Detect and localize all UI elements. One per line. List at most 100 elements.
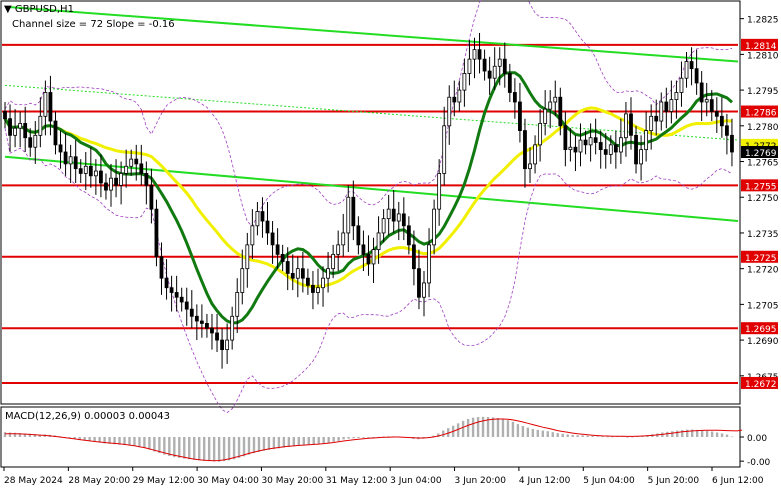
candle-body: [593, 137, 598, 143]
candle-body: [235, 292, 240, 317]
macd-bar: [715, 432, 719, 437]
macd-bar: [247, 437, 251, 455]
macd-bar: [686, 429, 689, 437]
candle-body: [659, 101, 664, 122]
macd-bar: [551, 432, 554, 437]
price-tick-label: 1.2795: [747, 87, 779, 97]
candle-body: [83, 165, 88, 174]
candle-body: [412, 244, 416, 270]
macd-bar: [282, 437, 286, 448]
candle-body: [134, 158, 139, 165]
candle-body: [215, 332, 219, 341]
candle-body: [184, 301, 189, 310]
candle-body: [68, 156, 73, 165]
candle-body: [144, 173, 149, 186]
macd-bar: [158, 437, 161, 454]
candle-body: [124, 165, 129, 174]
candle-body: [341, 232, 346, 246]
candle-body: [210, 327, 214, 334]
candle-body: [603, 149, 608, 155]
candle-body: [507, 73, 512, 93]
macd-bar: [561, 433, 564, 437]
candle-body: [442, 125, 447, 174]
candle-body: [437, 173, 442, 210]
macd-bar: [347, 437, 350, 439]
macd-tick-label: -0.00: [747, 458, 771, 468]
macd-bar: [252, 437, 256, 454]
macd-bar: [212, 437, 216, 462]
time-tick-label: 5 Jun 20:00: [648, 476, 700, 486]
macd-bar: [611, 436, 614, 438]
candle-body: [629, 113, 633, 136]
macd-bar: [357, 437, 360, 438]
macd-bar: [327, 437, 330, 443]
candle-body: [305, 277, 310, 286]
macd-bar: [322, 437, 325, 444]
macd-bar: [222, 437, 226, 462]
macd-bar: [257, 437, 261, 452]
price-label-text: 1.2814: [745, 42, 777, 52]
candle-body: [704, 99, 709, 103]
macd-bar: [506, 420, 510, 437]
macd-bar: [267, 437, 271, 450]
macd-bar: [466, 418, 470, 437]
candle-body: [194, 315, 199, 322]
candle-body: [709, 99, 714, 112]
candle-body: [169, 287, 174, 293]
candle-body: [88, 165, 93, 177]
candle-body: [174, 292, 179, 298]
candle-body: [467, 58, 472, 74]
candle-body: [649, 115, 654, 131]
candle-body: [457, 89, 462, 103]
macd-bar: [237, 437, 241, 458]
time-tick-label: 28 May 2024: [4, 476, 63, 486]
candle-body: [725, 125, 729, 136]
macd-bar: [227, 437, 231, 461]
macd-bar: [705, 430, 709, 437]
macd-bar: [242, 437, 246, 457]
macd-bar: [312, 437, 315, 445]
candle-body: [48, 92, 53, 122]
candle-body: [280, 253, 285, 262]
candle-body: [199, 320, 204, 324]
macd-bar: [173, 437, 176, 458]
candle-body: [497, 58, 502, 67]
candle-body: [28, 137, 33, 148]
candle-body: [523, 130, 527, 170]
macd-bar: [566, 434, 569, 437]
candle-body: [543, 108, 548, 124]
macd-bar: [511, 421, 515, 437]
trading-chart[interactable]: ▼ GBPUSD,H1 Channel size = 72 Slope = -0…: [0, 0, 781, 489]
macd-bar: [272, 437, 276, 450]
candle-body: [326, 268, 330, 279]
macd-bar: [217, 437, 221, 462]
candle-body: [482, 58, 487, 72]
candle-body: [452, 96, 457, 103]
price-tick-label: 1.2810: [747, 51, 779, 61]
candle-body: [351, 196, 356, 227]
macd-bar: [442, 430, 445, 437]
candle-body: [356, 225, 361, 246]
candle-body: [164, 277, 169, 289]
candle-body: [18, 123, 23, 129]
candle-body: [654, 115, 659, 122]
macd-bar: [526, 427, 530, 437]
macd-bar: [193, 437, 196, 460]
candle-body: [58, 144, 63, 153]
candle-body: [8, 118, 12, 136]
candle-body: [679, 77, 684, 93]
candle-body: [714, 111, 719, 117]
macd-bar: [556, 433, 559, 437]
candle-body: [719, 115, 724, 127]
price-label-text: 1.2786: [745, 109, 777, 119]
candle-body: [270, 232, 275, 246]
price-tick-label: 1.2765: [747, 159, 779, 169]
candle-body: [381, 218, 386, 234]
candle-body: [462, 73, 467, 91]
candle-body: [376, 232, 381, 251]
candle-body: [13, 127, 17, 136]
macd-bar: [496, 417, 500, 437]
candle-body: [316, 287, 320, 293]
candle-body: [427, 244, 431, 284]
macd-bar: [332, 437, 335, 442]
